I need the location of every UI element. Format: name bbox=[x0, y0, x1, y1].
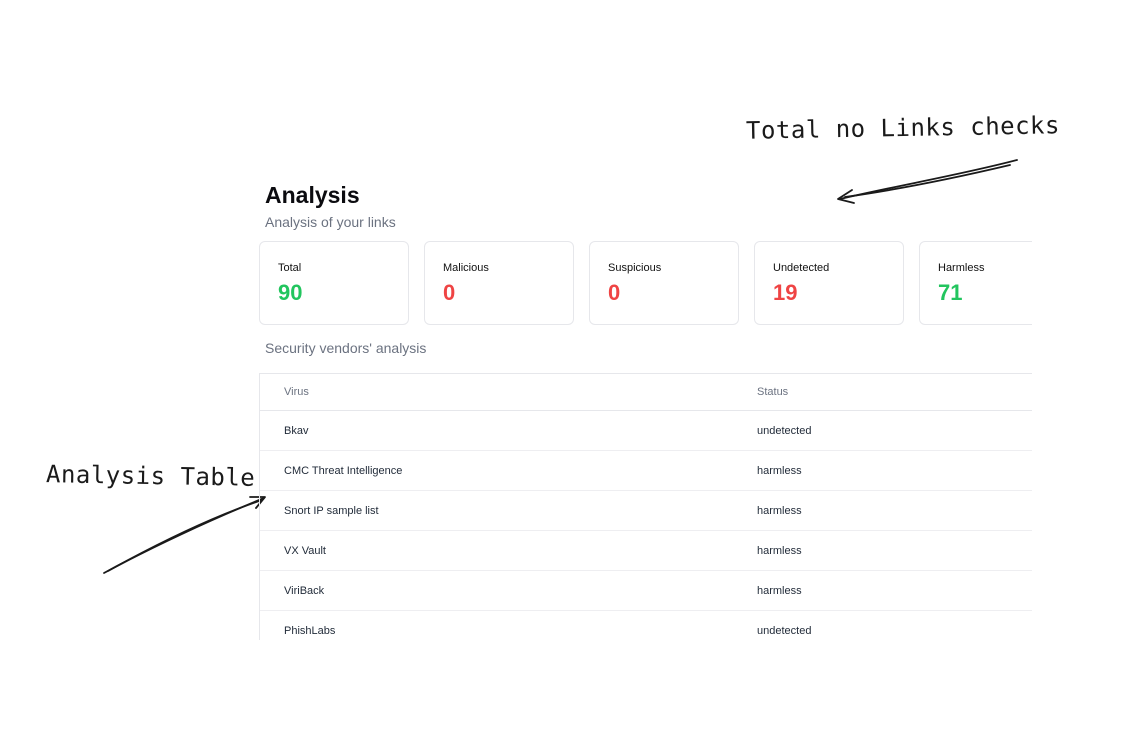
stat-value: 90 bbox=[278, 280, 303, 305]
vendors-table: Virus Status Bkav undetected CMC Threat … bbox=[259, 373, 1032, 640]
annotation-analysis-table: Analysis Table bbox=[45, 460, 256, 492]
table-row[interactable]: VX Vault harmless bbox=[260, 531, 1032, 571]
table-row[interactable]: Snort IP sample list harmless bbox=[260, 491, 1032, 531]
vendor-name: ViriBack bbox=[284, 584, 325, 597]
stat-label: Harmless bbox=[938, 262, 985, 274]
table-row[interactable]: Bkav undetected bbox=[260, 411, 1032, 451]
table-row[interactable]: PhishLabs undetected bbox=[260, 611, 1032, 640]
stat-label: Total bbox=[278, 262, 302, 274]
arrow-to-table-icon bbox=[103, 496, 266, 574]
column-header-status[interactable]: Status bbox=[757, 386, 1032, 398]
column-header-virus[interactable]: Virus bbox=[260, 386, 757, 398]
analysis-panel: Analysis Analysis of your links Total 90… bbox=[259, 178, 1032, 640]
vendor-status: harmless bbox=[757, 544, 802, 557]
vendor-status: undetected bbox=[757, 624, 812, 637]
stat-value: 71 bbox=[938, 280, 963, 305]
stat-value: 0 bbox=[443, 280, 456, 305]
stat-card-suspicious: Suspicious 0 bbox=[589, 241, 739, 325]
vendor-name: VX Vault bbox=[284, 544, 326, 557]
page-subtitle: Analysis of your links bbox=[265, 214, 396, 230]
annotation-total-links: Total no Links checks bbox=[745, 111, 1061, 145]
table-row[interactable]: CMC Threat Intelligence harmless bbox=[260, 451, 1032, 491]
vendors-section-title: Security vendors' analysis bbox=[265, 340, 427, 356]
stat-label: Suspicious bbox=[608, 262, 662, 274]
stat-value: 19 bbox=[773, 280, 798, 305]
stat-label: Undetected bbox=[773, 262, 830, 274]
vendor-name: PhishLabs bbox=[284, 624, 336, 637]
page-title: Analysis bbox=[265, 182, 360, 208]
vendor-status: harmless bbox=[757, 464, 802, 477]
stat-value: 0 bbox=[608, 280, 621, 305]
vendor-status: undetected bbox=[757, 424, 812, 437]
stat-label: Malicious bbox=[443, 262, 489, 274]
vendor-status: harmless bbox=[757, 504, 802, 517]
stat-card-harmless: Harmless 71 bbox=[919, 241, 1032, 325]
table-header: Virus Status bbox=[260, 374, 1032, 411]
vendor-name: CMC Threat Intelligence bbox=[284, 464, 403, 477]
vendor-name: Snort IP sample list bbox=[284, 504, 379, 517]
stats-cards: Total 90 Malicious 0 Suspicious 0 Undete… bbox=[259, 241, 1032, 325]
stat-card-malicious: Malicious 0 bbox=[424, 241, 574, 325]
stat-card-total: Total 90 bbox=[259, 241, 409, 325]
stat-card-undetected: Undetected 19 bbox=[754, 241, 904, 325]
table-row[interactable]: ViriBack harmless bbox=[260, 571, 1032, 611]
vendor-name: Bkav bbox=[284, 424, 309, 437]
vendor-status: harmless bbox=[757, 584, 802, 597]
